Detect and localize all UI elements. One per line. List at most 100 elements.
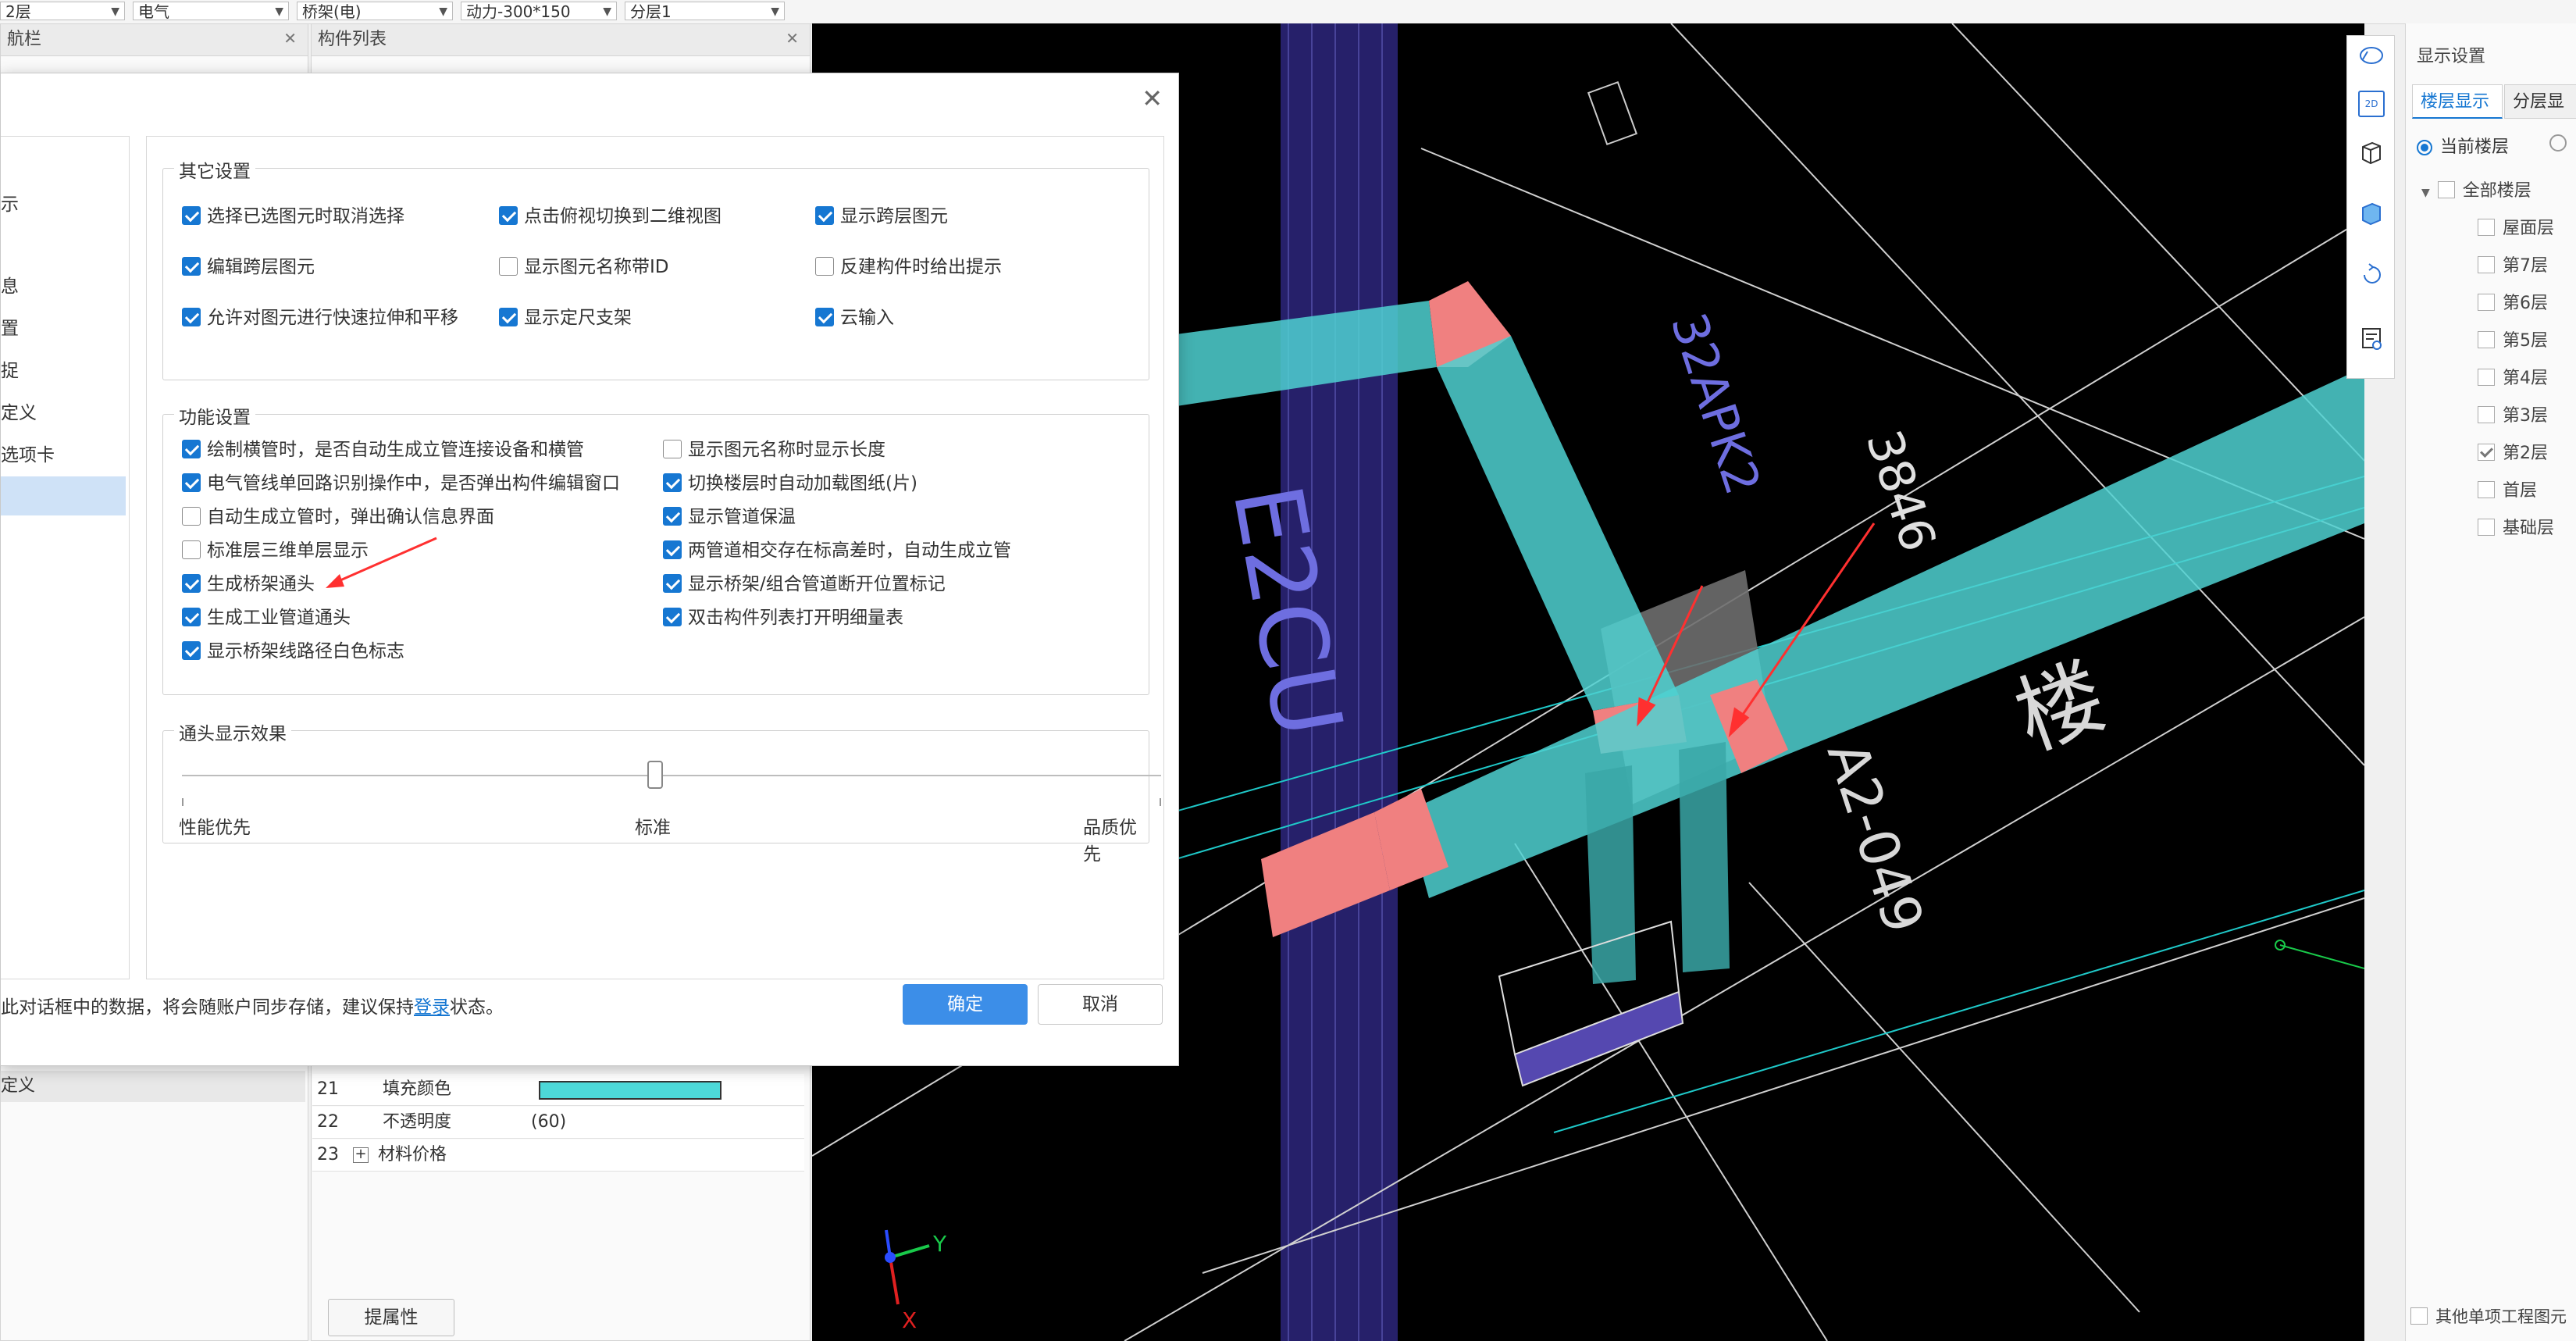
- svg-text:X: X: [902, 1307, 917, 1333]
- dialog-nav-item[interactable]: 置: [1, 313, 19, 340]
- dialog-nav-item[interactable]: 捉: [1, 355, 19, 382]
- current-floor-radio[interactable]: 当前楼层: [2417, 133, 2509, 158]
- panel-title: 显示设置: [2417, 47, 2486, 66]
- tab-layer-display[interactable]: 分层显: [2504, 84, 2576, 119]
- chevron-down-icon: ▼: [111, 5, 119, 18]
- settings-doc-icon[interactable]: [2358, 325, 2385, 351]
- checkbox[interactable]: [2437, 181, 2455, 198]
- svg-text:Y: Y: [932, 1231, 947, 1257]
- checkbox-option[interactable]: 选择已选图元时取消选择: [182, 205, 404, 228]
- layer-item[interactable]: 首层: [2478, 476, 2537, 501]
- solid-box-icon[interactable]: [2358, 200, 2385, 226]
- slider-label-quality: 品质优先: [1083, 818, 1137, 865]
- dialog-content: 其它设置 选择已选图元时取消选择 点击俯视切换到二维视图 显示跨层图元 编辑跨层…: [146, 136, 1164, 979]
- display-settings-panel: 显示设置 楼层显示 分层显 当前楼层 ▼ 全部楼层 屋面层 第7层 第6层 第5层…: [2405, 23, 2576, 1341]
- other-project-checkbox[interactable]: 其他单项工程图元: [2410, 1304, 2567, 1328]
- layer-combo[interactable]: 分层1 ▼: [625, 2, 785, 20]
- close-icon[interactable]: ✕: [283, 29, 297, 48]
- view-toolbar: 2D: [2346, 35, 2395, 379]
- layer-item[interactable]: 基础层: [2478, 514, 2554, 539]
- tab-floor-display[interactable]: 楼层显示: [2412, 84, 2503, 119]
- close-icon[interactable]: ✕: [786, 29, 799, 48]
- checkbox-option[interactable]: 反建构件时给出提示: [815, 255, 1002, 279]
- viewport-label: 楼: [2003, 646, 2118, 769]
- checkbox-option[interactable]: 显示图元名称带ID: [499, 255, 669, 279]
- checkbox-option[interactable]: 双击构件列表打开明细量表: [663, 606, 903, 629]
- group-function-settings: 功能设置 绘制横管时，是否自动生成立管连接设备和横管 电气管线单回路识别操作中，…: [162, 402, 1149, 695]
- 2d-icon[interactable]: 2D: [2358, 91, 2385, 117]
- nav-item-define[interactable]: 定义: [1, 1071, 305, 1102]
- chevron-down-icon: ▼: [275, 5, 283, 18]
- checkbox-option[interactable]: 点击俯视切换到二维视图: [499, 205, 721, 228]
- checkbox-option[interactable]: 显示桥架线路径白色标志: [182, 640, 404, 663]
- layer-item[interactable]: 第4层: [2478, 364, 2548, 389]
- close-icon[interactable]: ✕: [1142, 86, 1163, 111]
- checkbox-option[interactable]: 允许对图元进行快速拉伸和平移: [182, 306, 458, 330]
- type-combo[interactable]: 桥架(电) ▼: [297, 2, 453, 20]
- component-panel-title: 构件列表: [312, 24, 810, 56]
- expand-icon[interactable]: +: [353, 1147, 369, 1163]
- group-title: 功能设置: [174, 402, 255, 429]
- orbit-icon[interactable]: [2358, 42, 2385, 69]
- layer-item[interactable]: 第5层: [2478, 326, 2548, 351]
- checkbox-option[interactable]: 显示定尺支架: [499, 306, 632, 330]
- annotation-arrow: [326, 537, 437, 588]
- checkbox-option[interactable]: 显示管道保温: [663, 505, 796, 529]
- checkbox-option[interactable]: 显示桥架/组合管道断开位置标记: [663, 572, 946, 596]
- tree-root-all-floors[interactable]: ▼ 全部楼层: [2421, 177, 2531, 202]
- axis-gizmo: Y X: [885, 1229, 947, 1333]
- discipline-combo[interactable]: 电气 ▼: [133, 2, 289, 20]
- table-row[interactable]: 22 不透明度 (60): [312, 1107, 804, 1139]
- dialog-nav-item[interactable]: 示: [1, 189, 19, 216]
- layer-item[interactable]: 屋面层: [2478, 214, 2554, 239]
- checkbox-option[interactable]: 生成工业管道通头: [182, 606, 351, 629]
- table-row[interactable]: 23 + 材料价格: [312, 1139, 804, 1172]
- chevron-down-icon: ▼: [439, 5, 447, 18]
- cable-tray-segment[interactable]: [1437, 336, 1679, 711]
- ok-button[interactable]: 确定: [903, 984, 1028, 1025]
- layer-item[interactable]: 第6层: [2478, 289, 2548, 314]
- radio-on-icon: [2417, 140, 2432, 155]
- quality-slider-track[interactable]: [182, 775, 1161, 776]
- layer-item[interactable]: 第7层: [2478, 251, 2548, 276]
- dialog-nav-item[interactable]: 选项卡: [1, 440, 55, 466]
- cancel-button[interactable]: 取消: [1038, 984, 1163, 1025]
- radio-off-icon[interactable]: [2549, 134, 2567, 152]
- floor-combo[interactable]: 2层 ▼: [0, 2, 125, 20]
- box-view-icon[interactable]: [2358, 139, 2385, 166]
- group-tee-display: 通头显示效果 性能优先 标准 品质优先: [162, 719, 1161, 865]
- checkbox-option[interactable]: 显示跨层图元: [815, 205, 948, 228]
- checkbox-option[interactable]: 生成桥架通头: [182, 572, 315, 596]
- group-title: 通头显示效果: [174, 719, 291, 745]
- group-title: 其它设置: [174, 156, 255, 183]
- top-toolbar: 2层 ▼ 电气 ▼ 桥架(电) ▼ 动力-300*150 ▼ 分层1 ▼: [0, 0, 2576, 24]
- group-other-settings: 其它设置 选择已选图元时取消选择 点击俯视切换到二维视图 显示跨层图元 编辑跨层…: [162, 156, 1149, 380]
- dialog-nav: 示 息 置 捉 定义 选项卡: [1, 136, 130, 979]
- checkbox-option[interactable]: 电气管线单回路识别操作中，是否弹出构件编辑窗口: [182, 472, 620, 495]
- extract-property-button[interactable]: 提属性: [328, 1299, 454, 1336]
- nav-panel-title: 航栏: [1, 24, 308, 56]
- component-combo[interactable]: 动力-300*150 ▼: [461, 2, 617, 20]
- dialog-nav-item-selected[interactable]: [1, 476, 126, 515]
- chevron-down-icon: ▼: [771, 5, 779, 18]
- dialog-nav-item[interactable]: 息: [1, 271, 19, 298]
- rotate-icon[interactable]: [2358, 261, 2385, 287]
- layer-item[interactable]: 第3层: [2478, 401, 2548, 426]
- checkbox-option[interactable]: 显示图元名称时显示长度: [663, 438, 885, 462]
- slider-label-performance: 性能优先: [179, 818, 251, 838]
- checkbox-option[interactable]: 自动生成立管时，弹出确认信息界面: [182, 505, 494, 529]
- checkbox-option[interactable]: 绘制横管时，是否自动生成立管连接设备和横管: [182, 438, 584, 462]
- checkbox-option[interactable]: 编辑跨层图元: [182, 255, 315, 279]
- quality-slider-thumb[interactable]: [647, 761, 663, 789]
- viewport-label: 32APK2: [1660, 306, 1772, 501]
- checkbox-option[interactable]: 云输入: [815, 306, 894, 330]
- login-link[interactable]: 登录: [414, 997, 450, 1018]
- layer-item[interactable]: 第2层: [2478, 439, 2548, 464]
- table-row[interactable]: 21 填充颜色: [312, 1074, 804, 1106]
- checkbox-option[interactable]: 切换楼层时自动加载图纸(片): [663, 472, 917, 495]
- sync-note: 此对话框中的数据，将会随账户同步存储，建议保持登录状态。: [1, 997, 504, 1018]
- fill-color-swatch[interactable]: [539, 1081, 721, 1100]
- slider-label-standard: 标准: [635, 818, 671, 838]
- checkbox-option[interactable]: 两管道相交存在标高差时，自动生成立管: [663, 539, 1011, 562]
- dialog-nav-item[interactable]: 定义: [1, 398, 37, 424]
